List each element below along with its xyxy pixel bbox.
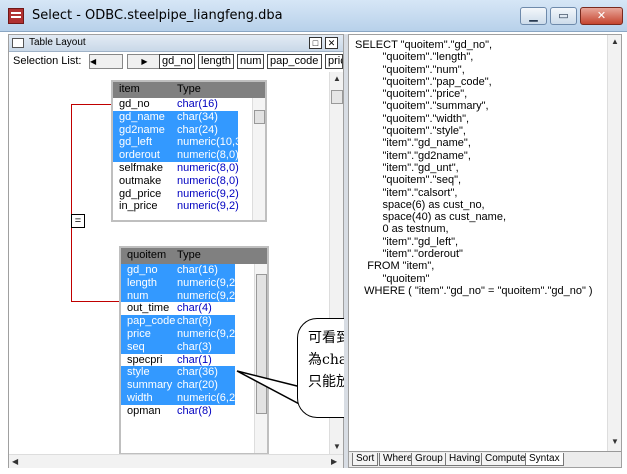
minimize-button[interactable]: ▁ — [520, 7, 547, 25]
scroll-down-icon[interactable]: ▼ — [611, 437, 619, 446]
app-icon — [8, 8, 24, 24]
selection-chip[interactable]: pap_code — [267, 54, 322, 69]
close-button[interactable]: ✕ — [580, 7, 623, 25]
tab-syntax[interactable]: Syntax — [525, 453, 564, 466]
sql-line: WHERE ( "item"."gd_no" = "quoitem"."gd_n… — [355, 284, 593, 297]
sql-line: "quoitem"."summary", — [355, 100, 489, 113]
selection-scroll-right-button[interactable]: ▶ — [127, 54, 161, 69]
sql-line: "quoitem"."length", — [355, 51, 474, 64]
sql-line: space(40) as cust_name, — [355, 211, 507, 224]
tab-compute[interactable]: Compute — [481, 453, 530, 466]
table-canvas: = item Type gd_no char(16) gd_name char(34)… — [9, 72, 329, 455]
table-layout-header: Table Layout □ ✕ — [9, 35, 343, 52]
sql-vertical-scrollbar[interactable]: ▲ ▼ — [607, 35, 621, 451]
selection-chip[interactable]: gd_no — [159, 54, 195, 69]
pane-restore-button[interactable]: □ — [309, 37, 322, 49]
sql-line: "quoitem"."pap_code", — [355, 75, 492, 88]
tab-group[interactable]: Group — [411, 453, 447, 466]
sql-line: "item"."gd_left", — [355, 235, 459, 248]
sql-line: "item"."orderout" — [355, 248, 463, 261]
sql-line: SELECT "quoitem"."gd_no", — [355, 39, 493, 51]
window-titlebar: Select - ODBC.steelpipe_liangfeng.dba ▁ … — [0, 0, 627, 32]
selection-list-row: Selection List: ◀ ▶ gd_no length num pap… — [9, 53, 343, 71]
sql-line: "item"."gd_unt", — [355, 161, 459, 174]
scroll-down-icon[interactable]: ▼ — [333, 442, 341, 451]
selection-scroll-left-button[interactable]: ◀ — [89, 54, 123, 69]
window-title: Select - ODBC.steelpipe_liangfeng.dba — [32, 8, 283, 23]
sql-line: space(6) as cust_no, — [355, 198, 485, 211]
callout-pointer — [236, 370, 306, 409]
pane-close-button[interactable]: ✕ — [325, 37, 338, 49]
table-layout-icon — [12, 38, 24, 48]
canvas-horizontal-scrollbar[interactable]: ◀ ▶ — [9, 454, 343, 468]
scroll-up-icon[interactable]: ▲ — [333, 74, 341, 83]
scroll-right-icon[interactable]: ▶ — [331, 457, 337, 466]
sql-line: "quoitem"."num", — [355, 63, 465, 76]
sql-line: "item"."gd2name", — [355, 149, 471, 162]
tab-strip: Sort Where Group Having Compute Syntax — [349, 451, 621, 467]
sql-line: 0 as testnum, — [355, 223, 449, 236]
selection-list-label: Selection List: — [13, 55, 82, 67]
sql-syntax-pane: SELECT "quoitem"."gd_no", "quoitem"."len… — [348, 34, 622, 468]
sql-line: "item"."gd_name", — [355, 137, 471, 150]
table-layout-title: Table Layout — [29, 37, 86, 48]
sql-line: "quoitem" — [355, 272, 430, 285]
sql-line: "quoitem"."price", — [355, 88, 468, 101]
sql-line: "quoitem"."width", — [355, 112, 470, 125]
selection-chip[interactable]: length — [198, 54, 234, 69]
selection-chip[interactable]: num — [237, 54, 264, 69]
sql-text[interactable]: SELECT "quoitem"."gd_no", "quoitem"."len… — [355, 39, 605, 297]
scroll-up-icon[interactable]: ▲ — [611, 37, 619, 46]
tab-sort[interactable]: Sort — [352, 453, 379, 466]
sql-line: "quoitem"."seq", — [355, 174, 462, 187]
scroll-left-icon[interactable]: ◀ — [12, 457, 18, 466]
selection-chip[interactable]: price — [325, 54, 343, 69]
sql-line: "item"."calsort", — [355, 186, 458, 199]
table-layout-pane: Table Layout □ ✕ Selection List: ◀ ▶ gd_… — [8, 34, 344, 468]
scrollbar-thumb[interactable] — [331, 90, 343, 104]
sql-line: FROM "item", — [355, 260, 435, 273]
maximize-button[interactable]: ▭ — [550, 7, 577, 25]
sql-line: "quoitem"."style", — [355, 125, 467, 138]
tab-having[interactable]: Having — [445, 453, 485, 466]
